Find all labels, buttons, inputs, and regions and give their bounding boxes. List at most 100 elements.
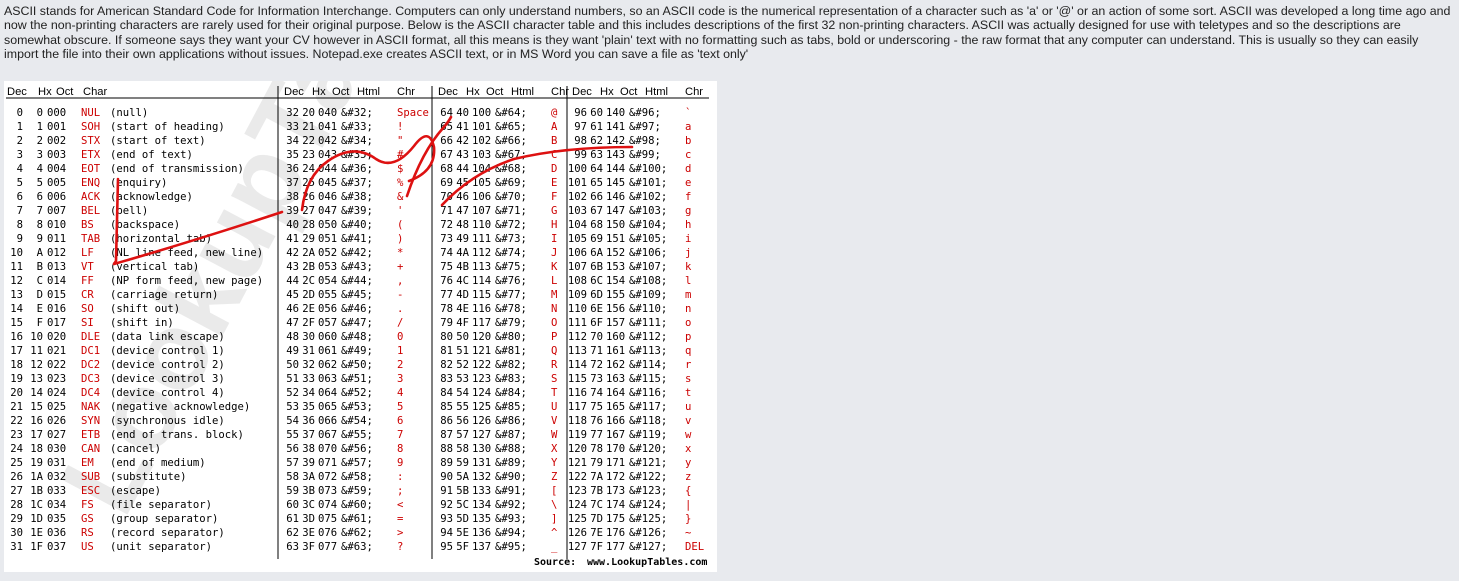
hex-value: 2D [302, 289, 315, 301]
hex-value: 5C [456, 499, 469, 511]
dec-value: 67 [440, 149, 453, 161]
html-entity: &#48; [341, 331, 373, 343]
oct-value: 032 [47, 471, 66, 483]
oct-value: 077 [318, 541, 337, 553]
column-header: Hx [466, 86, 480, 98]
dec-value: 17 [10, 345, 23, 357]
character: 9 [397, 457, 403, 469]
ascii-table-image: LookupTables Dec Hx Oct Char Dec Hx Oct Html Chr… [4, 81, 717, 572]
html-entity: &#34; [341, 135, 373, 147]
oct-value: 127 [472, 429, 491, 441]
hex-value: D [37, 289, 43, 301]
oct-value: 153 [606, 261, 625, 273]
control-description: (vertical tab) [110, 261, 199, 273]
dec-value: 29 [10, 513, 23, 525]
character: L [551, 275, 557, 287]
control-abbrev: TAB [81, 233, 100, 245]
html-entity: &#127; [629, 541, 667, 553]
oct-value: 152 [606, 247, 625, 259]
column-header: Char [83, 86, 108, 98]
hex-value: 56 [456, 415, 469, 427]
oct-value: 012 [47, 247, 66, 259]
hex-value: 17 [30, 429, 43, 441]
character: O [551, 317, 557, 329]
html-entity: &#63; [341, 541, 373, 553]
oct-value: 116 [472, 303, 491, 315]
oct-value: 103 [472, 149, 491, 161]
character: - [397, 289, 403, 301]
oct-value: 072 [318, 471, 337, 483]
dec-value: 104 [568, 219, 587, 231]
oct-value: 161 [606, 345, 625, 357]
hex-value: 69 [590, 233, 603, 245]
html-entity: &#36; [341, 163, 373, 175]
oct-value: 046 [318, 191, 337, 203]
control-abbrev: LF [81, 247, 94, 259]
oct-value: 035 [47, 513, 66, 525]
character: 4 [397, 387, 403, 399]
oct-value: 031 [47, 457, 66, 469]
html-entity: &#101; [629, 177, 667, 189]
control-abbrev: NUL [81, 107, 100, 119]
hex-value: 44 [456, 163, 469, 175]
oct-value: 106 [472, 191, 491, 203]
character: Space [397, 107, 429, 119]
dec-value: 121 [568, 457, 587, 469]
character: ? [397, 541, 403, 553]
hex-value: 60 [590, 107, 603, 119]
html-entity: &#115; [629, 373, 667, 385]
oct-value: 070 [318, 443, 337, 455]
hex-value: 21 [302, 121, 315, 133]
hex-value: 1A [30, 471, 43, 483]
dec-value: 18 [10, 359, 23, 371]
character: I [551, 233, 557, 245]
oct-value: 076 [318, 527, 337, 539]
hex-value: 28 [302, 219, 315, 231]
dec-value: 48 [286, 331, 299, 343]
hex-value: 1B [30, 485, 43, 497]
html-entity: &#94; [495, 527, 527, 539]
oct-value: 133 [472, 485, 491, 497]
hex-value: 41 [456, 121, 469, 133]
dec-value: 95 [440, 541, 453, 553]
control-description: (device control 3) [110, 373, 225, 385]
character: f [685, 191, 691, 203]
hex-value: 27 [302, 205, 315, 217]
hex-value: 2F [302, 317, 315, 329]
oct-value: 151 [606, 233, 625, 245]
character: h [685, 219, 691, 231]
html-entity: &#91; [495, 485, 527, 497]
html-entity: &#39; [341, 205, 373, 217]
dec-value: 66 [440, 135, 453, 147]
hex-value: 40 [456, 107, 469, 119]
html-entity: &#114; [629, 359, 667, 371]
column-header: Chr [685, 86, 703, 98]
hex-value: 7E [590, 527, 603, 539]
hex-value: 20 [302, 107, 315, 119]
control-abbrev: US [81, 541, 94, 553]
column-header: Html [357, 86, 380, 98]
html-entity: &#55; [341, 429, 373, 441]
html-entity: &#89; [495, 457, 527, 469]
hex-value: 47 [456, 205, 469, 217]
character: v [685, 415, 691, 427]
dec-value: 101 [568, 177, 587, 189]
dec-value: 97 [574, 121, 587, 133]
dec-value: 7 [17, 205, 23, 217]
character: E [551, 177, 557, 189]
hex-value: 7F [590, 541, 603, 553]
hex-value: F [37, 317, 43, 329]
hex-value: 4D [456, 289, 469, 301]
character: n [685, 303, 691, 315]
oct-value: 156 [606, 303, 625, 315]
hex-value: 46 [456, 191, 469, 203]
character: m [685, 289, 691, 301]
character: ' [397, 205, 403, 217]
html-entity: &#33; [341, 121, 373, 133]
dec-value: 43 [286, 261, 299, 273]
oct-value: 120 [472, 331, 491, 343]
html-entity: &#102; [629, 191, 667, 203]
hex-value: 2C [302, 275, 315, 287]
dec-value: 38 [286, 191, 299, 203]
oct-value: 026 [47, 415, 66, 427]
